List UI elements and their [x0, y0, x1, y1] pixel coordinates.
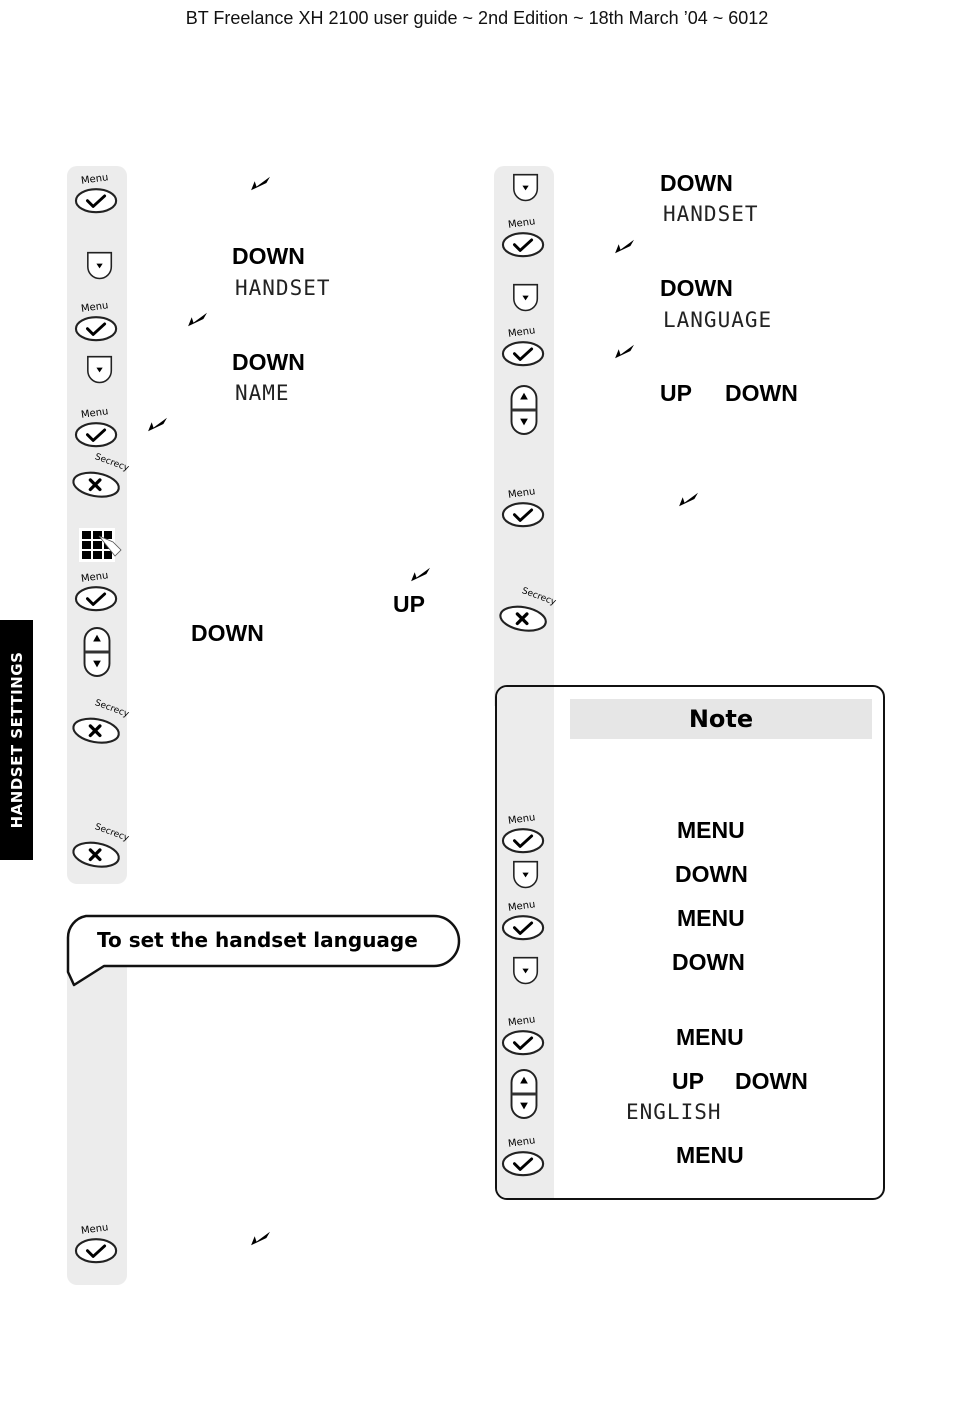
keyword-up: UP	[672, 1068, 704, 1094]
secrecy-button[interactable]: Secrecy	[70, 822, 130, 870]
tick-icon	[613, 237, 637, 255]
secrecy-button[interactable]: Secrecy	[70, 698, 130, 746]
keyword-down: DOWN	[675, 861, 748, 887]
keyword-down: DOWN	[660, 275, 733, 301]
keyword-down: DOWN	[725, 380, 798, 406]
menu-button[interactable]: Menu	[500, 899, 548, 943]
down-calls-button[interactable]	[74, 248, 122, 284]
keyword-menu: MENU	[677, 905, 745, 931]
menu-button[interactable]: Menu	[73, 1222, 121, 1266]
section-side-tab-label: HANDSET SETTINGS	[7, 651, 26, 829]
section-heading: To set the handset language	[97, 928, 418, 952]
down-calls-button[interactable]	[500, 280, 548, 316]
menu-button[interactable]: Menu	[500, 1014, 548, 1058]
lcd-display-text: HANDSET	[235, 276, 331, 300]
lcd-display-text: ENGLISH	[626, 1100, 722, 1124]
tick-icon	[677, 490, 701, 508]
keyword-down: DOWN	[660, 170, 733, 196]
lcd-display-text: HANDSET	[663, 202, 759, 226]
keyword-down: DOWN	[232, 243, 305, 269]
keyword-menu: MENU	[677, 817, 745, 843]
secrecy-button[interactable]: Secrecy	[70, 452, 130, 500]
up-down-button[interactable]	[500, 1064, 548, 1124]
down-calls-button[interactable]	[500, 953, 548, 989]
page-header: BT Freelance XH 2100 user guide ~ 2nd Ed…	[185, 8, 769, 28]
menu-button[interactable]: Menu	[500, 486, 548, 530]
keyword-down: DOWN	[672, 949, 745, 975]
callout-banner	[66, 914, 461, 987]
menu-button[interactable]: Menu	[73, 406, 121, 450]
menu-button[interactable]: Menu	[500, 216, 548, 260]
tick-icon	[613, 342, 637, 360]
up-down-button[interactable]	[500, 380, 548, 440]
section-side-tab: HANDSET SETTINGS	[0, 620, 33, 860]
menu-button[interactable]: Menu	[73, 300, 121, 344]
tick-icon	[249, 1229, 273, 1247]
lcd-display-text: LANGUAGE	[663, 308, 773, 332]
keyword-down: DOWN	[735, 1068, 808, 1094]
menu-button[interactable]: Menu	[500, 812, 548, 856]
tick-icon	[146, 415, 170, 433]
down-calls-button[interactable]	[500, 170, 548, 206]
down-calls-button[interactable]	[500, 857, 548, 893]
keypad-icon	[78, 528, 124, 568]
tick-icon	[249, 174, 273, 192]
down-calls-button[interactable]	[74, 352, 122, 388]
keyword-down: DOWN	[232, 349, 305, 375]
keyword-up: UP	[660, 380, 692, 406]
keyword-menu: MENU	[676, 1142, 744, 1168]
up-down-button[interactable]	[73, 622, 121, 682]
keyword-up: UP	[393, 591, 425, 617]
tick-icon	[409, 565, 433, 583]
menu-button[interactable]: Menu	[500, 1135, 548, 1179]
menu-button[interactable]: Menu	[73, 172, 121, 216]
lcd-display-text: NAME	[235, 381, 290, 405]
menu-button[interactable]: Menu	[500, 325, 548, 369]
keyword-down: DOWN	[191, 620, 264, 646]
note-heading: Note	[570, 699, 872, 739]
secrecy-button[interactable]: Secrecy	[497, 586, 557, 634]
tick-icon	[186, 310, 210, 328]
keyword-menu: MENU	[676, 1024, 744, 1050]
menu-button[interactable]: Menu	[73, 570, 121, 614]
